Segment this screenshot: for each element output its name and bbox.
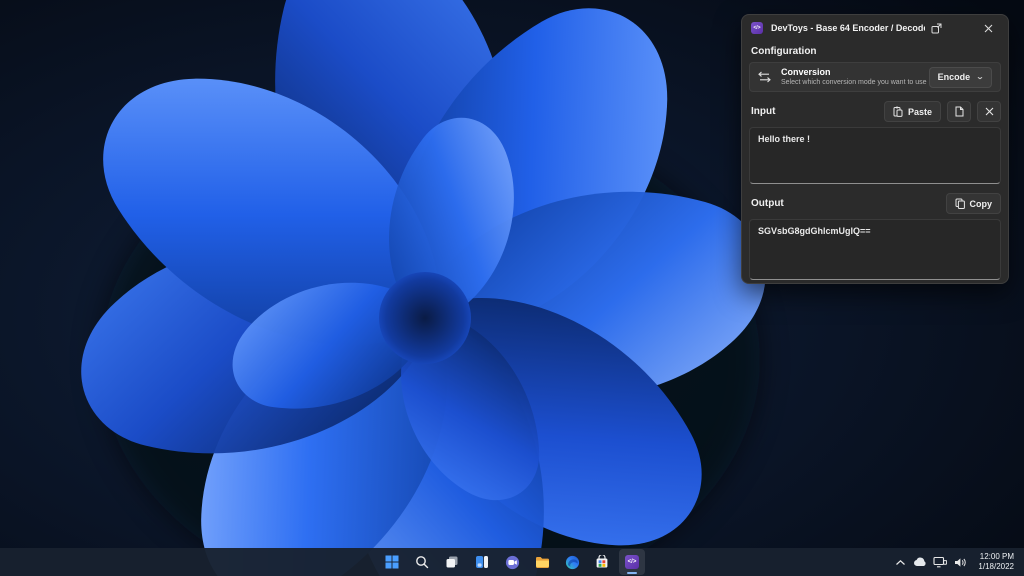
- devtoys-app-icon: </>: [751, 22, 763, 34]
- clear-input-button[interactable]: [977, 101, 1001, 122]
- paste-button-label: Paste: [907, 106, 932, 117]
- chevron-up-icon: [895, 559, 905, 565]
- taskbar: </> 12:00 PM 1/18/2022: [0, 548, 1024, 576]
- close-button[interactable]: [977, 19, 999, 37]
- taskbar-center: </>: [379, 548, 645, 576]
- open-file-button[interactable]: [947, 101, 971, 122]
- widgets-button[interactable]: [469, 549, 495, 575]
- window-title: DevToys - Base 64 Encoder / Decoder: [771, 23, 925, 33]
- conversion-mode-value: Encode: [937, 72, 971, 82]
- copy-button-label: Copy: [969, 198, 993, 209]
- network-tray-button[interactable]: [932, 554, 948, 570]
- copy-button[interactable]: Copy: [945, 193, 1001, 214]
- configuration-section-label: Configuration: [751, 46, 817, 57]
- widgets-icon: [476, 556, 488, 568]
- chat-icon: [505, 555, 519, 569]
- conversion-title: Conversion: [781, 67, 831, 77]
- clock-date: 1/18/2022: [978, 562, 1014, 571]
- output-label: Output: [751, 198, 784, 209]
- taskbar-clock[interactable]: 12:00 PM 1/18/2022: [972, 552, 1018, 572]
- task-view-button[interactable]: [439, 549, 465, 575]
- input-textarea[interactable]: Hello there !: [749, 127, 1001, 184]
- search-button[interactable]: [409, 549, 435, 575]
- devtoys-icon: </>: [625, 555, 639, 569]
- microsoft-store-button[interactable]: [589, 549, 615, 575]
- input-header: Input Paste: [749, 101, 1001, 122]
- clear-icon: [985, 107, 993, 116]
- conversion-description: Select which conversion mode you want to…: [781, 79, 927, 86]
- search-icon: [416, 556, 429, 569]
- file-icon: [955, 106, 963, 117]
- windows-start-icon: [385, 555, 399, 569]
- file-explorer-button[interactable]: [529, 549, 555, 575]
- conversion-mode-dropdown[interactable]: Encode ⌄: [928, 66, 992, 88]
- network-ethernet-icon: [933, 556, 948, 568]
- volume-icon: [954, 557, 966, 567]
- devtoys-window: </> DevToys - Base 64 Encoder / Decoder …: [741, 14, 1009, 284]
- chevron-down-icon: ⌄: [975, 74, 985, 81]
- titlebar[interactable]: </> DevToys - Base 64 Encoder / Decoder: [742, 15, 1008, 41]
- cloud-icon: [914, 557, 926, 566]
- clock-time: 12:00 PM: [979, 552, 1014, 561]
- edge-button[interactable]: [559, 549, 585, 575]
- conversion-setting-text: Conversion Select which conversion mode …: [781, 67, 929, 87]
- exit-compact-overlay-icon: [931, 23, 941, 33]
- copy-icon: [955, 198, 965, 209]
- desktop: </> DevToys - Base 64 Encoder / Decoder …: [0, 0, 1024, 576]
- paste-button[interactable]: Paste: [883, 101, 941, 122]
- system-tray: 12:00 PM 1/18/2022: [892, 548, 1024, 576]
- swap-arrows-icon: [758, 71, 771, 83]
- microsoft-store-icon: [596, 555, 608, 568]
- output-textarea[interactable]: SGVsbG8gdGhlcmUgIQ==: [749, 219, 1001, 280]
- conversion-setting-card: Conversion Select which conversion mode …: [749, 62, 1001, 92]
- chat-button[interactable]: [499, 549, 525, 575]
- volume-tray-button[interactable]: [952, 554, 968, 570]
- input-label: Input: [751, 106, 776, 117]
- edge-icon: [565, 555, 579, 569]
- exit-compact-overlay-button[interactable]: [925, 19, 947, 37]
- file-explorer-icon: [535, 556, 549, 568]
- devtoys-taskbar-button[interactable]: </>: [619, 549, 645, 575]
- hidden-icons-button[interactable]: [892, 554, 908, 570]
- close-icon: [984, 24, 992, 32]
- start-button[interactable]: [379, 549, 405, 575]
- onedrive-tray-button[interactable]: [912, 554, 928, 570]
- paste-icon: [893, 106, 903, 117]
- output-header: Output Copy: [749, 193, 1001, 214]
- task-view-icon: [446, 556, 458, 568]
